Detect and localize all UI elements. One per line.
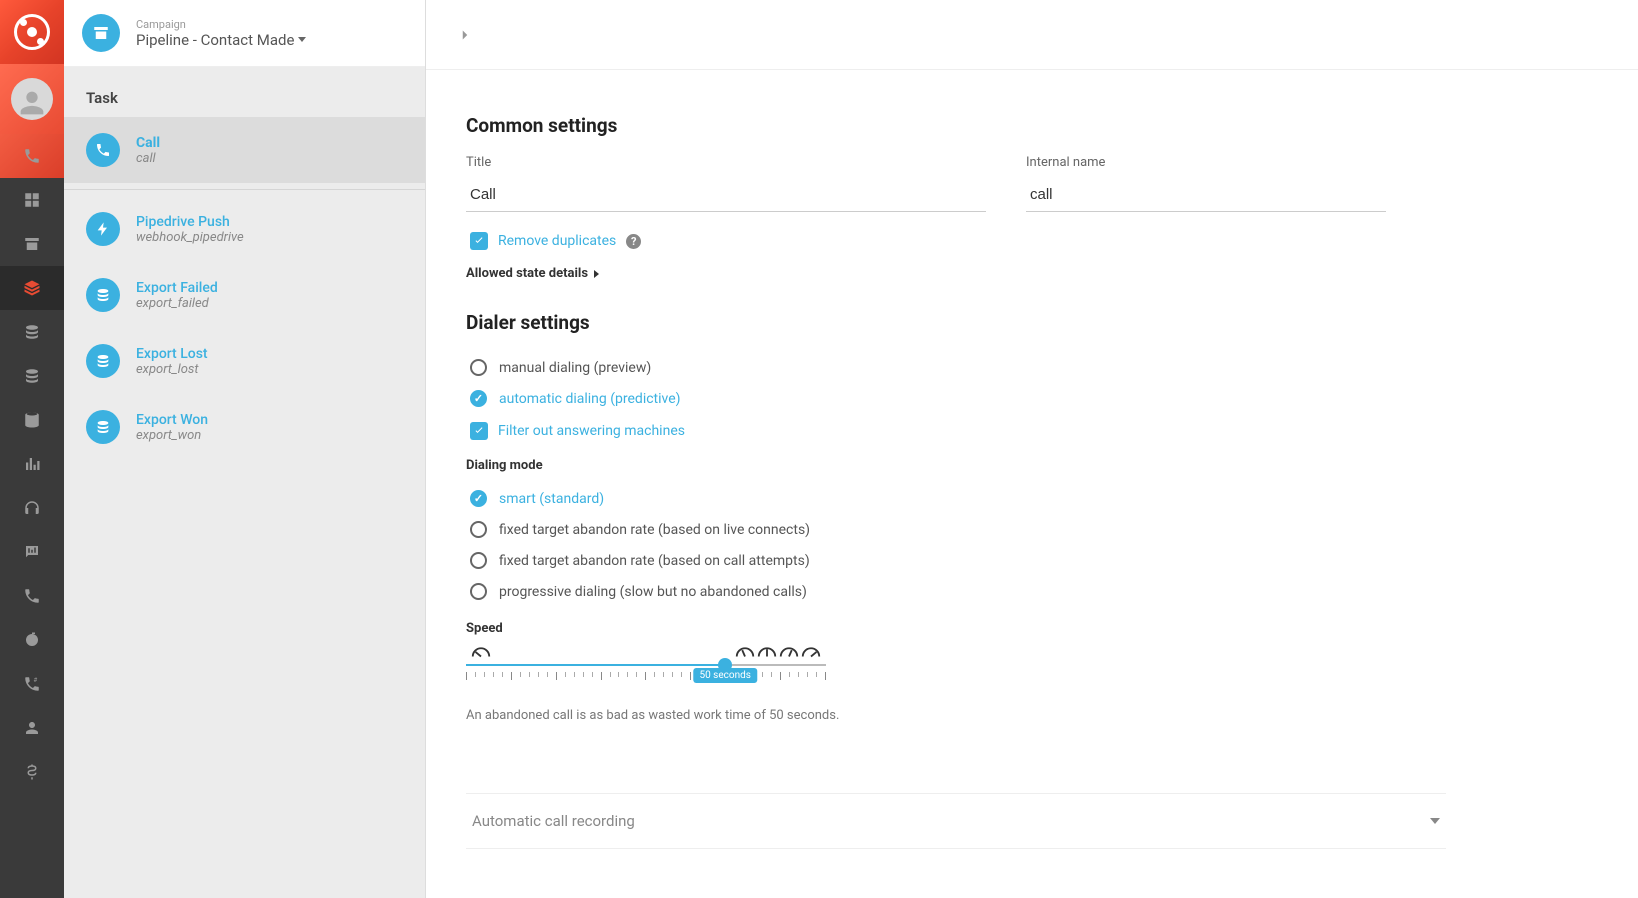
task-title: Export Failed bbox=[136, 280, 218, 296]
task-panel: Campaign Pipeline - Contact Made Task Ca… bbox=[64, 0, 426, 898]
nav-chat-stats[interactable] bbox=[0, 530, 64, 574]
nav-coins-2[interactable] bbox=[0, 354, 64, 398]
task-title: Export Lost bbox=[136, 346, 208, 362]
speed-badge: 50 seconds bbox=[693, 668, 756, 683]
task-title: Export Won bbox=[136, 412, 208, 428]
nav-coins-1[interactable] bbox=[0, 310, 64, 354]
nav-dashboard[interactable] bbox=[0, 178, 64, 222]
task-sub: export_failed bbox=[136, 296, 218, 311]
nav-phone-2[interactable] bbox=[0, 574, 64, 618]
chevron-right-icon bbox=[456, 26, 474, 44]
campaign-selector[interactable]: Campaign Pipeline - Contact Made bbox=[64, 0, 425, 67]
app-logo[interactable] bbox=[0, 0, 64, 64]
help-icon[interactable]: ? bbox=[626, 234, 641, 249]
dialing-mode-group: smart (standard) fixed target abandon ra… bbox=[470, 483, 1446, 607]
nav-database[interactable] bbox=[0, 398, 64, 442]
nav-phone-hash[interactable]: # bbox=[0, 662, 64, 706]
db-icon bbox=[86, 410, 120, 444]
task-title: Pipedrive Push bbox=[136, 214, 244, 230]
filter-answering-machines-checkbox[interactable]: Filter out answering machines bbox=[470, 422, 1446, 440]
nav-dialer[interactable] bbox=[0, 134, 64, 178]
user-avatar[interactable] bbox=[0, 64, 64, 134]
task-item-export-won[interactable]: Export Wonexport_won bbox=[64, 394, 425, 460]
internal-name-label: Internal name bbox=[1026, 155, 1386, 170]
phone-icon bbox=[86, 133, 120, 167]
nav-user[interactable] bbox=[0, 706, 64, 750]
speed-slider[interactable]: 50 seconds bbox=[466, 644, 826, 680]
db-icon bbox=[86, 278, 120, 312]
radio-mode-fixed-attempts[interactable]: fixed target abandon rate (based on call… bbox=[470, 545, 1446, 576]
campaign-value: Pipeline - Contact Made bbox=[136, 31, 306, 49]
main-content: Common settings Title Internal name Remo… bbox=[426, 0, 1638, 898]
radio-mode-fixed-live[interactable]: fixed target abandon rate (based on live… bbox=[470, 514, 1446, 545]
nav-headphones[interactable] bbox=[0, 486, 64, 530]
allowed-state-toggle[interactable]: Allowed state details bbox=[466, 266, 1446, 281]
title-input[interactable] bbox=[466, 178, 986, 212]
checkbox-checked-icon bbox=[470, 422, 488, 440]
nav-layers[interactable] bbox=[0, 266, 64, 310]
filter-am-label: Filter out answering machines bbox=[498, 423, 685, 439]
bolt-icon bbox=[86, 212, 120, 246]
chevron-down-icon bbox=[298, 37, 306, 42]
task-sub: webhook_pipedrive bbox=[136, 230, 244, 245]
dialing-mode-label: Dialing mode bbox=[466, 458, 1446, 473]
dialer-settings-heading: Dialer settings bbox=[466, 311, 1446, 334]
task-sub: call bbox=[136, 151, 160, 166]
remove-duplicates-checkbox[interactable]: Remove duplicates ? bbox=[470, 232, 1446, 250]
chevron-down-icon bbox=[1430, 818, 1440, 824]
task-section-heading: Task bbox=[64, 67, 425, 117]
radio-manual-dialing[interactable]: manual dialing (preview) bbox=[470, 352, 1446, 383]
common-settings-heading: Common settings bbox=[466, 114, 1446, 137]
db-icon bbox=[86, 344, 120, 378]
radio-mode-progressive[interactable]: progressive dialing (slow but no abandon… bbox=[470, 576, 1446, 607]
task-sub: export_lost bbox=[136, 362, 208, 377]
breadcrumb bbox=[426, 0, 1638, 70]
task-item-export-lost[interactable]: Export Lostexport_lost bbox=[64, 328, 425, 394]
recording-dropdown[interactable]: Automatic call recording bbox=[466, 793, 1446, 849]
campaign-label: Campaign bbox=[136, 18, 306, 31]
checkbox-checked-icon bbox=[470, 232, 488, 250]
title-label: Title bbox=[466, 155, 986, 170]
speed-label: Speed bbox=[466, 621, 1446, 636]
task-sub: export_won bbox=[136, 428, 208, 443]
task-item-pipedrive[interactable]: Pipedrive Pushwebhook_pipedrive bbox=[64, 196, 425, 262]
nav-timer[interactable] bbox=[0, 618, 64, 662]
nav-billing[interactable] bbox=[0, 750, 64, 794]
task-item-export-failed[interactable]: Export Failedexport_failed bbox=[64, 262, 425, 328]
task-item-call[interactable]: Callcall bbox=[64, 117, 425, 183]
radio-automatic-dialing[interactable]: automatic dialing (predictive) bbox=[470, 383, 1446, 414]
navigation-iconbar: # bbox=[0, 0, 64, 898]
chevron-right-icon bbox=[594, 270, 599, 278]
gauge-icons bbox=[466, 644, 826, 660]
internal-name-input[interactable] bbox=[1026, 178, 1386, 212]
speed-help-text: An abandoned call is as bad as wasted wo… bbox=[466, 708, 1446, 723]
dialer-type-group: manual dialing (preview) automatic diali… bbox=[470, 352, 1446, 414]
nav-stats[interactable] bbox=[0, 442, 64, 486]
svg-text:#: # bbox=[34, 677, 38, 684]
remove-duplicates-label: Remove duplicates bbox=[498, 233, 616, 249]
radio-mode-smart[interactable]: smart (standard) bbox=[470, 483, 1446, 514]
task-title: Call bbox=[136, 135, 160, 151]
archive-icon bbox=[82, 14, 120, 52]
recording-label: Automatic call recording bbox=[472, 812, 635, 830]
nav-archive[interactable] bbox=[0, 222, 64, 266]
